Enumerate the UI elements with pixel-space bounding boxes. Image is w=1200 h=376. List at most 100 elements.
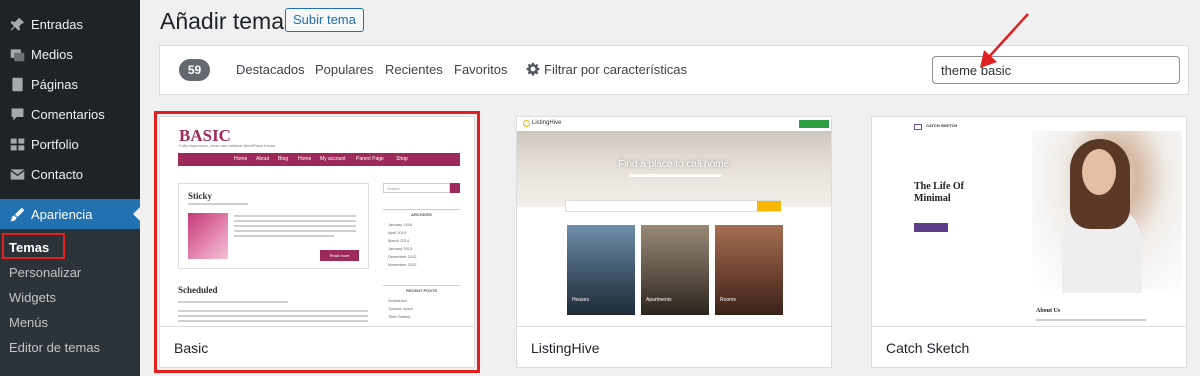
preview-text-line — [178, 320, 368, 322]
preview-text-line — [234, 220, 356, 222]
preview-hero-heading: The Life Of Minimal — [914, 181, 964, 204]
sidebar-item-entradas[interactable]: Entradas — [0, 9, 140, 39]
preview-tile-label: Houses — [572, 297, 589, 303]
sidebar-item-label: Apariencia — [31, 206, 93, 222]
temas-highlight-box — [2, 233, 65, 259]
preview-archive-item: December 2012 — [388, 254, 417, 259]
pin-icon — [7, 14, 27, 34]
sidebar-item-label: Páginas — [31, 76, 78, 92]
preview-archive-item: January 2016 — [388, 222, 413, 227]
preview-search-button — [757, 201, 781, 211]
submenu-item-widgets[interactable]: Widgets — [9, 290, 56, 305]
preview-text-line — [234, 225, 356, 227]
brush-icon — [7, 204, 27, 224]
sidebar-item-contacto[interactable]: Contacto — [0, 159, 140, 189]
preview-read-more: Read more — [320, 250, 359, 261]
filter-by-features-link[interactable]: Filtrar por características — [544, 62, 687, 77]
preview-text-line — [178, 301, 288, 303]
preview-logo-text: ListingHive — [532, 120, 562, 126]
preview-hero-subtitle — [629, 174, 721, 177]
sidebar-item-label: Contacto — [31, 166, 84, 182]
preview-recent-item: Scheduled — [388, 298, 407, 303]
preview-nav-item: Home — [234, 156, 248, 162]
theme-screenshot: CATCH SKETCH The Life Of Minimal About U… — [872, 117, 1186, 326]
theme-name-bar: Basic — [160, 326, 474, 367]
theme-count-badge: 59 — [179, 59, 210, 81]
annotation-arrow — [980, 13, 1029, 68]
preview-logo: ListingHive — [523, 120, 562, 127]
preview-nav-item: Home — [298, 156, 312, 162]
preview-text-line — [1036, 319, 1146, 321]
sidebar-item-medios[interactable]: Medios — [0, 39, 140, 69]
preview-post-image — [188, 213, 228, 259]
mail-icon — [7, 164, 27, 184]
filter-link-favoritos[interactable]: Favoritos — [454, 62, 507, 77]
sidebar-item-apariencia[interactable]: Apariencia — [0, 199, 140, 229]
preview-recent-item: Tiled Gallery — [388, 314, 411, 319]
preview-logo-mark — [523, 120, 530, 127]
preview-search-button — [450, 183, 460, 193]
preview-category-tile: Houses — [567, 225, 635, 315]
submenu-item-personalizar[interactable]: Personalizar — [9, 265, 81, 280]
preview-search-bar — [565, 200, 781, 212]
sidebar-item-portfolio[interactable]: Portfolio — [0, 129, 140, 159]
theme-filter-bar: 59 Destacados Populares Recientes Favori… — [159, 45, 1189, 95]
page-icon — [7, 74, 27, 94]
filter-link-recientes[interactable]: Recientes — [385, 62, 443, 77]
submenu-item-menus[interactable]: Menús — [9, 315, 48, 330]
preview-hero-title: Find a place to call home. — [618, 159, 732, 170]
preview-logo-mark — [914, 124, 922, 130]
preview-nav-item: Shop — [396, 156, 408, 162]
filter-link-populares[interactable]: Populares — [315, 62, 374, 77]
preview-tile-label: Rooms — [720, 297, 736, 303]
preview-header-button — [799, 120, 829, 128]
preview-nav-item: My account — [320, 156, 346, 162]
preview-text-line — [178, 310, 368, 312]
preview-tagline: Fully responsive, clean and minimal Word… — [179, 143, 276, 148]
theme-name: Catch Sketch — [886, 340, 970, 356]
preview-tile-label: Apartments — [646, 297, 672, 303]
preview-nav-item: About — [256, 156, 270, 162]
sidebar-item-paginas[interactable]: Páginas — [0, 69, 140, 99]
preview-text-line — [234, 230, 356, 232]
preview-nav-item: Parent Page — [356, 156, 384, 162]
preview-text-line — [234, 235, 334, 237]
preview-nav-item: Blog — [278, 156, 289, 162]
theme-name: ListingHive — [531, 340, 600, 356]
preview-archive-item: January 2013 — [388, 246, 413, 251]
preview-header: ListingHive — [517, 117, 831, 131]
preview-nav: Home About Blog Home My account Parent P… — [178, 153, 460, 166]
sidebar-item-label: Entradas — [31, 16, 84, 32]
theme-card-basic[interactable]: BASIC Fully responsive, clean and minima… — [154, 111, 480, 373]
portfolio-icon — [7, 134, 27, 154]
admin-sidebar: Entradas Medios Páginas Comentarios Port… — [0, 0, 140, 376]
preview-text-line — [188, 203, 248, 205]
theme-card-listinghive[interactable]: ListingHive Find a place to call home. H… — [516, 116, 832, 368]
sidebar-item-label: Portfolio — [31, 136, 79, 152]
preview-hero-button — [914, 223, 948, 232]
comment-icon — [7, 104, 27, 124]
page-title: Añadir temas — [160, 8, 296, 34]
preview-logo: CATCH SKETCH — [926, 123, 958, 128]
sidebar-item-comentarios[interactable]: Comentarios — [0, 99, 140, 129]
preview-post-title: Sticky — [188, 191, 213, 201]
preview-archive-item: April 2014 — [388, 230, 407, 235]
preview-photo-face — [1082, 149, 1116, 195]
theme-name-bar: Catch Sketch — [872, 326, 1186, 367]
preview-about-heading: About Us — [1036, 308, 1061, 314]
preview-category-tile: Apartments — [641, 225, 709, 315]
preview-text-line — [178, 315, 368, 317]
upload-theme-button[interactable]: Subir tema — [285, 8, 364, 32]
preview-category-tile: Rooms — [715, 225, 783, 315]
preview-archives-heading: ARCHIVES — [383, 209, 460, 217]
preview-recent-heading: RECENT POSTS — [383, 285, 460, 293]
gear-icon — [526, 62, 540, 76]
preview-search-placeholder: Search — [387, 186, 400, 191]
filter-link-destacados[interactable]: Destacados — [236, 62, 305, 77]
theme-screenshot: ListingHive Find a place to call home. H… — [517, 117, 831, 326]
preview-archive-item: November 2012 — [388, 262, 417, 267]
sidebar-item-label: Medios — [31, 46, 73, 62]
theme-name: Basic — [174, 340, 209, 356]
submenu-item-editor-de-temas[interactable]: Editor de temas — [9, 340, 100, 355]
theme-card-catch-sketch[interactable]: CATCH SKETCH The Life Of Minimal About U… — [871, 116, 1187, 368]
